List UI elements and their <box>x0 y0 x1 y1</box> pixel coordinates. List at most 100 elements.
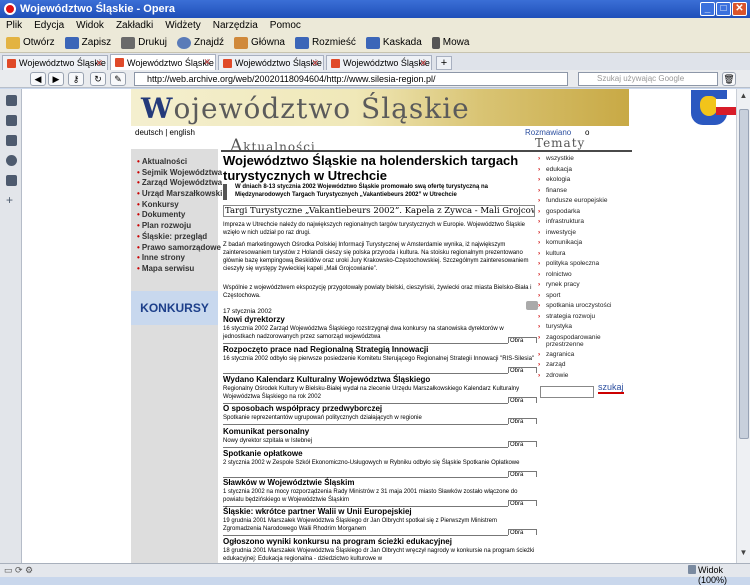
topic-link[interactable]: zarząd <box>537 361 633 372</box>
back-button[interactable]: ◀ <box>30 72 46 86</box>
nav-item[interactable]: Sejmik Województwa <box>131 168 222 179</box>
cascade-button[interactable]: Kaskada <box>365 36 422 49</box>
nav-item[interactable]: Mapa serwisu <box>131 264 218 275</box>
topic-link[interactable]: ekologia <box>537 176 633 187</box>
topic-link[interactable]: fundusze europejskie <box>537 197 633 208</box>
news-title[interactable]: Wydano Kalendarz Kulturalny Województwa … <box>223 375 537 385</box>
news-title[interactable]: Spotkanie opłatkowe <box>223 449 537 459</box>
menu-widgets[interactable]: Widżety <box>159 20 207 31</box>
news-title[interactable]: Komunikat personalny <box>223 427 537 437</box>
browser-tab[interactable]: Województwo Śląskie ✕ <box>326 55 432 70</box>
nav-item[interactable]: Urząd Marszałkowski <box>131 189 222 200</box>
minimize-button[interactable]: _ <box>700 2 715 16</box>
topic-link[interactable]: komunikacja <box>537 239 633 250</box>
site-search-button[interactable]: szukaj <box>598 382 624 394</box>
topic-link[interactable]: wszystkie <box>537 155 633 166</box>
tab-close-icon[interactable]: ✕ <box>95 58 103 69</box>
find-button[interactable]: Znajdź <box>177 36 224 49</box>
url-input[interactable]: http://web.archive.org/web/2002011809460… <box>134 72 568 86</box>
tab-close-icon[interactable]: ✕ <box>419 58 427 69</box>
history-panel-icon[interactable] <box>6 155 17 166</box>
topic-link[interactable]: zagranica <box>537 351 633 362</box>
nav-item[interactable]: Aktualności <box>131 157 218 168</box>
scroll-down-icon[interactable]: ▼ <box>737 548 750 561</box>
menu-tools[interactable]: Narzędzia <box>207 20 264 31</box>
forward-button[interactable]: ▶ <box>48 72 64 86</box>
menu-file[interactable]: Plik <box>0 20 28 31</box>
tab-close-icon[interactable]: ✕ <box>311 58 319 69</box>
topic-link[interactable]: zdrowie <box>537 372 633 383</box>
panel-toggle-icon[interactable]: ▭ ⟳ ⚙ <box>4 565 33 576</box>
news-title[interactable]: Nowi dyrektorzy <box>223 315 537 325</box>
close-button[interactable]: ✕ <box>732 2 747 16</box>
widgets-panel-icon[interactable] <box>6 115 17 126</box>
topic-link[interactable]: spotkania uroczystości <box>537 302 633 313</box>
nav-item[interactable]: Inne strony <box>131 253 218 264</box>
topic-link[interactable]: zagospodarowanie przestrzenne <box>537 334 633 351</box>
menu-bookmarks[interactable]: Zakładki <box>110 20 159 31</box>
home-button[interactable]: Główna <box>234 36 285 49</box>
nav-item[interactable]: Zarząd Województwa <box>131 178 222 189</box>
print-button[interactable]: Drukuj <box>121 36 167 49</box>
nav-item[interactable]: Dokumenty <box>131 210 218 221</box>
nav-item[interactable]: Konkursy <box>131 200 218 211</box>
topic-link[interactable]: rynek pracy <box>537 281 633 292</box>
reload-button[interactable]: ↻ <box>90 72 106 86</box>
language-links[interactable]: deutsch | english <box>135 128 195 137</box>
news-image-button[interactable]: Obra <box>508 471 537 477</box>
add-panel-icon[interactable]: + <box>6 194 17 206</box>
topic-link[interactable]: kultura <box>537 250 633 261</box>
search-input[interactable]: Szukaj używając Google <box>578 72 718 86</box>
browser-tab[interactable]: Województwo Śląskie ✕ <box>218 55 324 70</box>
news-image-button[interactable]: Obra <box>508 529 537 535</box>
site-search-input[interactable] <box>540 386 594 398</box>
news-image-button[interactable]: Obra <box>508 500 537 506</box>
trash-button[interactable]: 🗑 <box>722 72 736 86</box>
konkursy-banner[interactable]: KONKURSY <box>131 291 218 325</box>
bookmarks-panel-icon[interactable] <box>6 95 17 106</box>
news-title[interactable]: Sławków w Województwie Śląskim <box>223 478 537 488</box>
topic-link[interactable]: infrastruktura <box>537 218 633 229</box>
zoom-level[interactable]: Widok (100%) <box>698 565 750 585</box>
menu-view[interactable]: Widok <box>70 20 110 31</box>
topic-link[interactable]: strategia rozwoju <box>537 313 633 324</box>
topic-link[interactable]: polityka społeczna <box>537 260 633 271</box>
save-button[interactable]: Zapisz <box>64 36 111 49</box>
open-button[interactable]: Otwórz <box>6 36 55 49</box>
nav-item[interactable]: Prawo samorządowe <box>131 243 221 254</box>
topic-link[interactable]: edukacja <box>537 166 633 177</box>
news-image-button[interactable]: Obra <box>508 337 537 343</box>
scroll-up-icon[interactable]: ▲ <box>737 91 750 104</box>
menu-edit[interactable]: Edycja <box>28 20 70 31</box>
tab-close-icon[interactable]: ✕ <box>203 57 211 68</box>
news-title[interactable]: O sposobach współpracy przedwyborczej <box>223 404 537 414</box>
news-image-button[interactable]: Obra <box>508 397 537 403</box>
topic-link[interactable]: sport <box>537 292 633 303</box>
news-image-button[interactable]: Obra <box>508 418 537 424</box>
tile-button[interactable]: Rozmieść <box>294 36 356 49</box>
news-title[interactable]: Ogłoszono wyniki konkursu na program ści… <box>223 537 537 547</box>
topic-link[interactable]: rolnictwo <box>537 271 633 282</box>
downloads-panel-icon[interactable] <box>6 175 17 186</box>
maximize-button[interactable]: □ <box>716 2 731 16</box>
browser-tab-active[interactable]: Województwo Śląskie ✕ <box>110 54 216 70</box>
new-tab-button[interactable]: + <box>436 56 452 70</box>
news-image-button[interactable]: Obra <box>508 367 537 373</box>
topic-link[interactable]: turystyka <box>537 323 633 334</box>
topic-link[interactable]: inwestycje <box>537 229 633 240</box>
topic-link[interactable]: finanse <box>537 187 633 198</box>
scrollbar-thumb[interactable] <box>739 109 749 439</box>
menu-help[interactable]: Pomoc <box>264 20 307 31</box>
news-title[interactable]: Rozpoczęto prace nad Regionalną Strategi… <box>223 345 537 355</box>
nav-item[interactable]: Śląskie: przegląd <box>131 232 218 243</box>
notes-panel-icon[interactable] <box>6 135 17 146</box>
speech-button[interactable]: Mowa <box>431 36 469 49</box>
news-title[interactable]: Śląskie: wkrótce partner Walii w Unii Eu… <box>223 507 537 517</box>
browser-tab[interactable]: Województwo Śląskie ✕ <box>2 55 108 70</box>
nav-item[interactable]: Plan rozwoju <box>131 221 218 232</box>
topic-link[interactable]: gospodarka <box>537 208 633 219</box>
news-image-button[interactable]: Obra <box>508 441 537 447</box>
edit-site-button[interactable]: ✎ <box>110 72 126 86</box>
wand-key-button[interactable]: ⚷ <box>68 72 84 86</box>
vertical-scrollbar[interactable]: ▲ ▼ <box>736 89 750 563</box>
